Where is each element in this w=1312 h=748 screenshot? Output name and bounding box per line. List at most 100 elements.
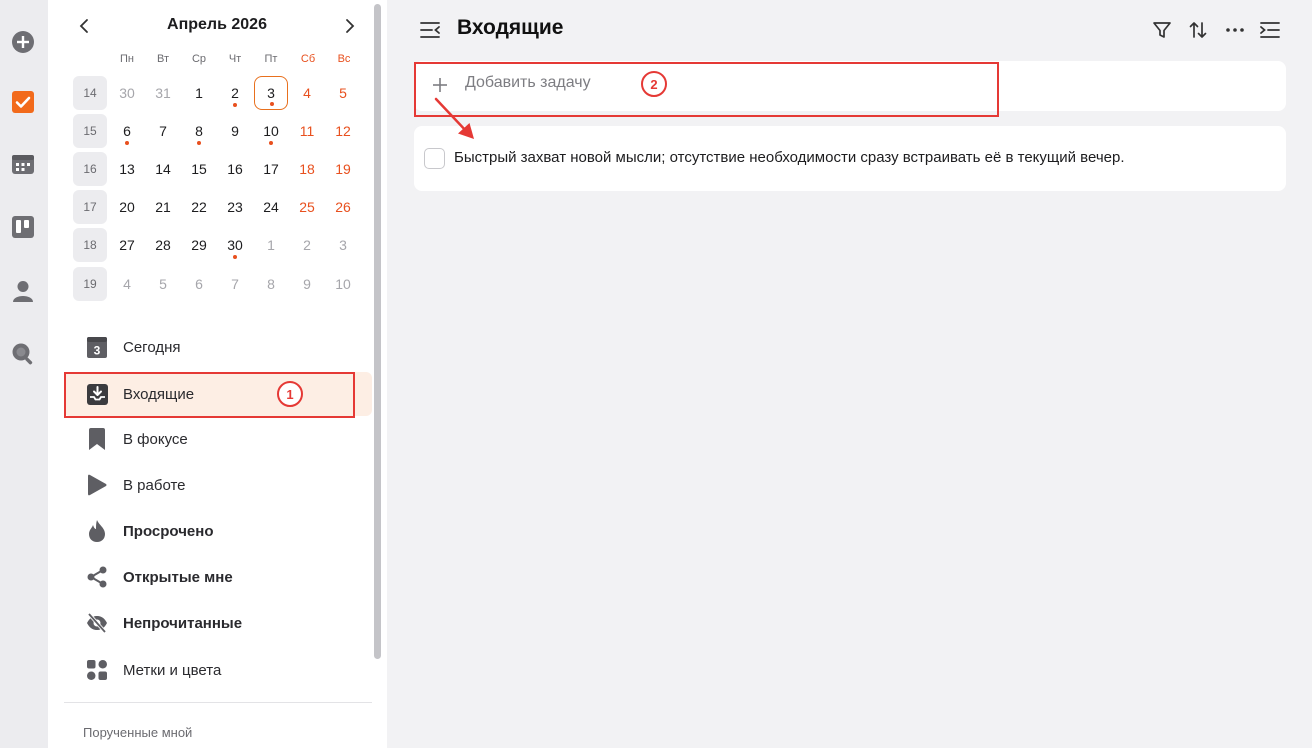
calendar-day[interactable]: 6	[110, 114, 144, 148]
calendar-day[interactable]: 7	[146, 114, 180, 148]
calendar-day[interactable]: 28	[146, 228, 180, 262]
task-row[interactable]: Быстрый захват новой мысли; отсутствие н…	[414, 126, 1286, 191]
week-number: 18	[73, 228, 107, 262]
calendar-day-number: 18	[299, 161, 315, 177]
calendar-day[interactable]: 16	[218, 152, 252, 186]
page-title: Входящие	[457, 16, 564, 39]
calendar-day-number: 13	[119, 161, 135, 177]
calendar-day-number: 3	[339, 237, 347, 253]
task-title[interactable]: Быстрый захват новой мысли; отсутствие н…	[454, 149, 1125, 166]
calendar-day[interactable]: 13	[110, 152, 144, 186]
calendar-day[interactable]: 14	[146, 152, 180, 186]
add-circle-icon[interactable]	[10, 29, 36, 55]
annotation-badge-2: 2	[641, 71, 667, 97]
calendar-day[interactable]: 5	[326, 76, 360, 110]
weekday-label: Ср	[191, 53, 207, 65]
nav-item-tags[interactable]: Метки и цвета	[64, 648, 372, 692]
calendar-day[interactable]: 10	[254, 114, 288, 148]
add-task-field[interactable]: Добавить задачу	[414, 61, 1286, 111]
calendar-day[interactable]: 23	[218, 190, 252, 224]
calendar-day[interactable]: 7	[218, 267, 252, 301]
calendar-day[interactable]: 26	[326, 190, 360, 224]
expand-panel-icon	[1260, 22, 1280, 38]
calendar-day[interactable]: 11	[290, 114, 324, 148]
eye-off-icon	[86, 612, 108, 634]
calendar-day[interactable]: 20	[110, 190, 144, 224]
nav-item-label: В фокусе	[123, 430, 188, 448]
calendar-day[interactable]: 12	[326, 114, 360, 148]
nav-item-label: Непрочитанные	[123, 614, 243, 632]
week-number: 16	[73, 152, 107, 186]
nav-item-inbox[interactable]: Входящие	[64, 372, 372, 416]
calendar-day[interactable]: 21	[146, 190, 180, 224]
calendar-day-number: 27	[119, 237, 135, 253]
nav-item-in-progress[interactable]: В работе	[64, 463, 372, 507]
sort-button[interactable]	[1186, 18, 1210, 42]
calendar-day[interactable]: 29	[182, 228, 216, 262]
calendar-day[interactable]: 2	[218, 76, 252, 110]
calendar-day[interactable]: 30	[110, 76, 144, 110]
calendar-day[interactable]: 24	[254, 190, 288, 224]
calendar-day[interactable]: 4	[290, 76, 324, 110]
share-icon	[86, 566, 108, 588]
nav-item-focus[interactable]: В фокусе	[64, 417, 372, 461]
calendar-day[interactable]: 18	[290, 152, 324, 186]
calendar-day[interactable]: 2	[290, 228, 324, 262]
calendar-day[interactable]: 5	[146, 267, 180, 301]
calendar-day[interactable]: 25	[290, 190, 324, 224]
event-dot	[233, 103, 237, 107]
nav-item-label: Входящие	[123, 385, 195, 403]
calendar-icon[interactable]	[10, 151, 36, 177]
calendar-day-number: 26	[335, 199, 351, 215]
nav-item-label: Просрочено	[123, 522, 214, 540]
calendar-day[interactable]: 30	[218, 228, 252, 262]
calendar-day[interactable]: 6	[182, 267, 216, 301]
calendar-day-number: 20	[119, 199, 135, 215]
nav-item-label: Метки и цвета	[123, 661, 222, 679]
calendar-day[interactable]: 8	[254, 267, 288, 301]
calendar-day[interactable]: 8	[182, 114, 216, 148]
search-icon[interactable]	[10, 341, 36, 367]
task-checkbox[interactable]	[424, 148, 445, 169]
calendar-day-number: 17	[263, 161, 279, 177]
calendar-day-number: 7	[231, 276, 239, 292]
calendar-day[interactable]: 19	[326, 152, 360, 186]
sidebar-scrollbar[interactable]	[374, 4, 381, 659]
next-month-button[interactable]	[338, 14, 362, 38]
play-icon	[86, 474, 108, 496]
flame-icon	[86, 520, 108, 542]
week-number: 17	[73, 190, 107, 224]
user-icon[interactable]	[10, 278, 36, 304]
today-icon-number: 3	[94, 343, 101, 357]
event-dot	[197, 141, 201, 145]
toggle-details-button[interactable]	[1258, 18, 1282, 42]
calendar-day[interactable]: 27	[110, 228, 144, 262]
tasks-check-icon[interactable]	[10, 89, 36, 115]
calendar-day[interactable]: 10	[326, 267, 360, 301]
toggle-sidebar-button[interactable]	[418, 18, 442, 42]
calendar-month-title: Апрель 2026	[167, 16, 267, 33]
more-options-button[interactable]	[1223, 18, 1247, 42]
section-label-assigned[interactable]: Порученные мной	[83, 725, 192, 740]
board-icon[interactable]	[10, 214, 36, 240]
nav-item-overdue[interactable]: Просрочено	[64, 509, 372, 553]
calendar-day[interactable]: 3	[326, 228, 360, 262]
calendar-day[interactable]: 1	[182, 76, 216, 110]
filter-button[interactable]	[1150, 18, 1174, 42]
calendar-day[interactable]: 9	[290, 267, 324, 301]
nav-item-shared[interactable]: Открытые мне	[64, 555, 372, 599]
calendar-day[interactable]: 15	[182, 152, 216, 186]
calendar-day[interactable]: 17	[254, 152, 288, 186]
app-rail	[0, 0, 48, 748]
nav-item-unread[interactable]: Непрочитанные	[64, 601, 372, 645]
calendar-day[interactable]: 22	[182, 190, 216, 224]
calendar-day[interactable]: 1	[254, 228, 288, 262]
nav-item-today[interactable]: 3 Сегодня	[64, 325, 372, 369]
weekday-label: Сб	[300, 53, 316, 65]
calendar-day[interactable]: 4	[110, 267, 144, 301]
calendar-day[interactable]: 9	[218, 114, 252, 148]
tags-grid-icon	[86, 659, 108, 681]
calendar-day[interactable]: 31	[146, 76, 180, 110]
calendar-day-number: 8	[267, 276, 275, 292]
calendar-day-today[interactable]: 3	[254, 76, 288, 110]
